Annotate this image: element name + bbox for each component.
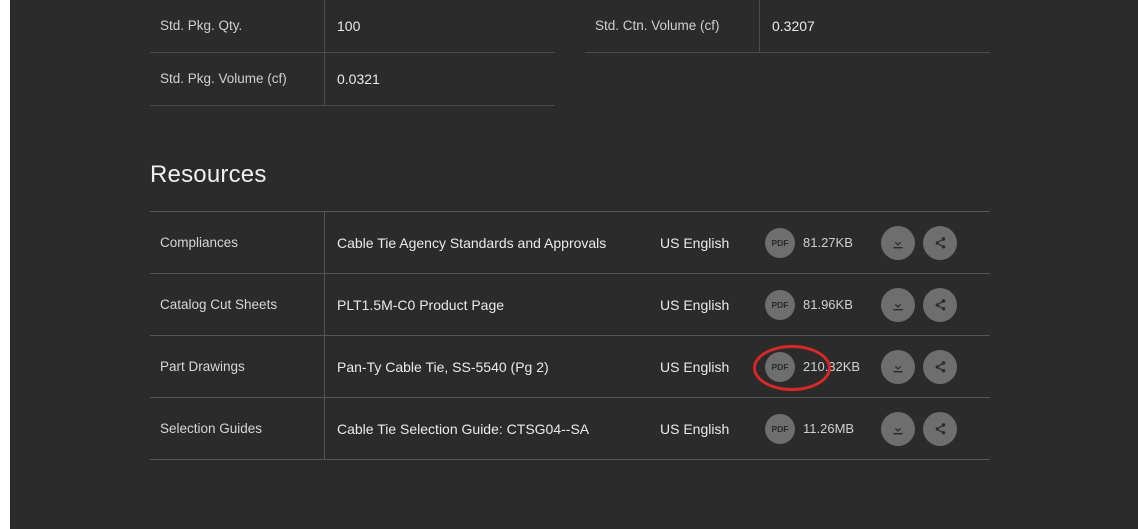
resource-row: Selection Guides Cable Tie Selection Gui… (150, 398, 990, 460)
spec-row: Std. Pkg. Qty. 100 (150, 0, 555, 53)
resource-language: US English (660, 235, 765, 251)
product-page: Std. Pkg. Qty. 100 Std. Pkg. Volume (cf)… (10, 0, 1138, 529)
resource-row: Catalog Cut Sheets PLT1.5M-C0 Product Pa… (150, 274, 990, 336)
specifications-area: Std. Pkg. Qty. 100 Std. Pkg. Volume (cf)… (150, 0, 1130, 106)
resource-category: Selection Guides (150, 398, 325, 459)
download-button[interactable] (881, 288, 915, 322)
spec-row: Std. Pkg. Volume (cf) 0.0321 (150, 52, 555, 106)
resource-title[interactable]: Cable Tie Selection Guide: CTSG04--SA (325, 421, 660, 437)
download-icon (890, 421, 906, 437)
resource-size: 81.27KB (803, 235, 875, 250)
share-button[interactable] (923, 350, 957, 384)
download-button[interactable] (881, 350, 915, 384)
spec-value: 0.0321 (325, 53, 390, 105)
resource-category: Catalog Cut Sheets (150, 274, 325, 335)
pdf-badge-icon: PDF (765, 352, 795, 382)
resource-size: 210.32KB (803, 359, 875, 374)
spec-label: Std. Ctn. Volume (cf) (585, 0, 760, 52)
download-button[interactable] (881, 226, 915, 260)
resource-size: 11.26MB (803, 421, 875, 436)
resource-category: Part Drawings (150, 336, 325, 397)
spec-label: Std. Pkg. Qty. (150, 0, 325, 52)
download-icon (890, 359, 906, 375)
pdf-badge-icon: PDF (765, 228, 795, 258)
share-button[interactable] (923, 288, 957, 322)
resource-row: Part Drawings Pan-Ty Cable Tie, SS-5540 … (150, 336, 990, 398)
spec-row: Std. Ctn. Volume (cf) 0.3207 (585, 0, 990, 53)
download-icon (890, 297, 906, 313)
resource-row: Compliances Cable Tie Agency Standards a… (150, 212, 990, 274)
resource-language: US English (660, 421, 765, 437)
resource-size: 81.96KB (803, 297, 875, 312)
page-background-sliver (0, 0, 10, 529)
resources-heading: Resources (150, 161, 1130, 189)
spec-value: 0.3207 (760, 0, 825, 52)
resource-category: Compliances (150, 212, 325, 273)
share-icon (933, 422, 947, 436)
spec-value: 100 (325, 0, 370, 52)
spec-column-right: Std. Ctn. Volume (cf) 0.3207 (585, 0, 990, 53)
resource-title[interactable]: Cable Tie Agency Standards and Approvals (325, 235, 660, 251)
download-button[interactable] (881, 412, 915, 446)
resource-title[interactable]: Pan-Ty Cable Tie, SS-5540 (Pg 2) (325, 359, 660, 375)
share-icon (933, 360, 947, 374)
spec-label: Std. Pkg. Volume (cf) (150, 53, 325, 105)
share-icon (933, 298, 947, 312)
share-button[interactable] (923, 226, 957, 260)
resource-title[interactable]: PLT1.5M-C0 Product Page (325, 297, 660, 313)
pdf-badge-icon: PDF (765, 414, 795, 444)
resource-language: US English (660, 359, 765, 375)
share-button[interactable] (923, 412, 957, 446)
pdf-badge-icon: PDF (765, 290, 795, 320)
resource-language: US English (660, 297, 765, 313)
resources-table: Compliances Cable Tie Agency Standards a… (150, 211, 990, 460)
download-icon (890, 235, 906, 251)
share-icon (933, 236, 947, 250)
spec-column-left: Std. Pkg. Qty. 100 Std. Pkg. Volume (cf)… (150, 0, 555, 106)
